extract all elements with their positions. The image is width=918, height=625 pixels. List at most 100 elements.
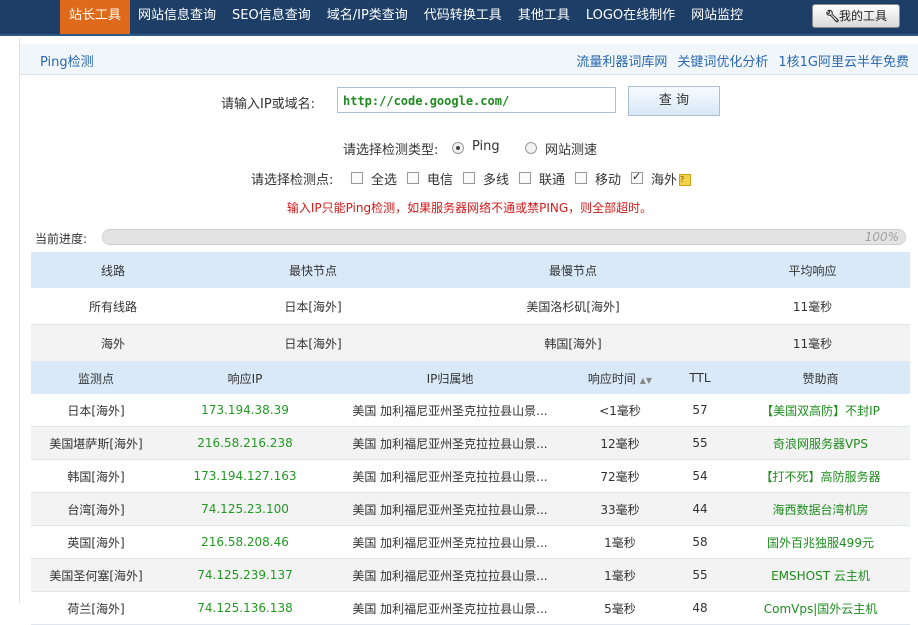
sponsor-link[interactable]: ComVps|国外云主机: [731, 591, 910, 625]
detail-node-cell: 美国圣何塞[海外]: [31, 558, 161, 592]
nav-item-other-tools[interactable]: 其他工具: [510, 0, 578, 34]
sponsor-link[interactable]: 【美国双高防】不封IP: [731, 394, 910, 427]
detail-ip-cell: 216.58.216.238: [161, 426, 329, 460]
detail-location-cell: 美国 加利福尼亚州圣克拉拉县山景...: [329, 591, 571, 625]
ip-domain-label: 请输入IP或域名:: [221, 97, 316, 112]
table-row: 英国[海外] 216.58.208.46 美国 加利福尼亚州圣克拉拉县山景... 1毫…: [31, 525, 910, 559]
summary-cell: 韩国[海外]: [431, 324, 715, 362]
checkbox-unicom[interactable]: [519, 172, 531, 184]
tool-header: Ping检测 流量利器词库网 关键词优化分析 1核1G阿里云半年免费: [20, 44, 918, 75]
detail-header: 响应IP: [161, 362, 329, 394]
detail-table: 监测点 响应IP IP归属地 响应时间 ▲▼ TTL 赞助商 日本[海外] 173…: [31, 362, 910, 625]
nav-item-domain-ip[interactable]: 域名/IP类查询: [319, 0, 416, 34]
checkbox-unicom-label: 联通: [539, 173, 566, 188]
detail-ip-cell: 216.58.208.46: [161, 525, 329, 559]
check-node-label: 请选择检测点:: [251, 173, 334, 188]
checkbox-telecom[interactable]: [407, 172, 419, 184]
detail-location-cell: 美国 加利福尼亚州圣克拉拉县山景...: [329, 426, 571, 460]
detail-header-label: 响应时间: [587, 371, 636, 386]
top-nav-bar: 站长工具 网站信息查询 SEO信息查询 域名/IP类查询 代码转换工具 其他工具…: [0, 0, 918, 36]
detail-time-cell: <1毫秒: [571, 394, 669, 427]
sponsor-link[interactable]: 海西数据台湾机房: [731, 492, 910, 526]
detail-body: 日本[海外] 173.194.38.39 美国 加利福尼亚州圣克拉拉县山景... <1…: [31, 394, 910, 625]
detail-time-cell: 5毫秒: [571, 591, 669, 625]
checkbox-mobile[interactable]: [575, 172, 587, 184]
detail-header: TTL: [669, 362, 731, 394]
detail-location-cell: 美国 加利福尼亚州圣克拉拉县山景...: [329, 459, 571, 493]
detail-ip-cell: 74.125.23.100: [161, 492, 329, 526]
sponsor-link[interactable]: EMSHOST 云主机: [731, 558, 910, 592]
detail-ttl-cell: 58: [669, 525, 731, 559]
detail-location-cell: 美国 加利福尼亚州圣克拉拉县山景...: [329, 558, 571, 592]
main-panel: Ping检测 流量利器词库网 关键词优化分析 1核1G阿里云半年免费 请输入IP…: [19, 38, 918, 625]
summary-table: 线路 最快节点 最慢节点 平均响应 所有线路 日本[海外] 美国洛杉矶[海外] …: [31, 252, 910, 362]
table-row: 美国圣何塞[海外] 74.125.239.137 美国 加利福尼亚州圣克拉拉县山景.…: [31, 558, 910, 592]
detail-ttl-cell: 55: [669, 558, 731, 592]
summary-cell: 日本[海外]: [195, 288, 431, 325]
checkbox-overseas[interactable]: [631, 170, 643, 184]
nav-item-logo-maker[interactable]: LOGO在线制作: [578, 0, 683, 34]
detail-ip-cell: 173.194.38.39: [161, 394, 329, 427]
radio-ping[interactable]: [452, 142, 464, 154]
detail-location-cell: 美国 加利福尼亚州圣克拉拉县山景...: [329, 525, 571, 559]
my-tools-button[interactable]: 🔧︎我的工具: [812, 4, 900, 28]
summary-header-row: 线路 最快节点 最慢节点 平均响应: [31, 252, 910, 288]
table-row: 台湾[海外] 74.125.23.100 美国 加利福尼亚州圣克拉拉县山景... 33…: [31, 492, 910, 526]
detail-ttl-cell: 48: [669, 591, 731, 625]
detail-ip-cell: 173.194.127.163: [161, 459, 329, 493]
sponsor-link[interactable]: 【打不死】高防服务器: [731, 459, 910, 493]
detail-ip-cell: 74.125.136.138: [161, 591, 329, 625]
query-button[interactable]: 查 询: [628, 86, 720, 116]
detail-node-cell: 荷兰[海外]: [31, 591, 161, 625]
detail-node-cell: 英国[海外]: [31, 525, 161, 559]
detail-time-cell: 72毫秒: [571, 459, 669, 493]
nav-item-site-info[interactable]: 网站信息查询: [130, 0, 224, 34]
detail-header-row: 监测点 响应IP IP归属地 响应时间 ▲▼ TTL 赞助商: [31, 362, 910, 394]
nav-item-code-convert[interactable]: 代码转换工具: [416, 0, 510, 34]
sponsor-link[interactable]: 奇浪网服务器VPS: [731, 426, 910, 460]
table-row: 所有线路 日本[海外] 美国洛杉矶[海外] 11毫秒: [31, 288, 910, 325]
checkbox-overseas-label: 海外: [651, 173, 678, 188]
summary-cell: 日本[海外]: [195, 324, 431, 362]
summary-cell: 11毫秒: [715, 324, 910, 362]
radio-speedtest[interactable]: [525, 142, 537, 154]
radio-ping-label: Ping: [472, 139, 500, 154]
checkbox-select-all-label: 全选: [371, 173, 398, 188]
progress-fill: [103, 230, 905, 244]
table-row: 海外 日本[海外] 韩国[海外] 11毫秒: [31, 324, 910, 362]
main-nav: 站长工具 网站信息查询 SEO信息查询 域名/IP类查询 代码转换工具 其他工具…: [60, 0, 751, 34]
sponsor-link[interactable]: 国外百兆独服499元: [731, 525, 910, 559]
nav-item-site-monitor[interactable]: 网站监控: [683, 0, 751, 34]
radio-speedtest-label: 网站测速: [545, 143, 598, 158]
promo-link-aliyun[interactable]: 1核1G阿里云半年免费: [778, 51, 909, 70]
summary-cell: 所有线路: [31, 288, 195, 325]
sort-icon[interactable]: ▲▼: [640, 376, 652, 385]
help-icon[interactable]: ?: [679, 174, 691, 186]
summary-cell: 11毫秒: [715, 288, 910, 325]
progress-percent: 100%: [864, 230, 899, 244]
detail-header-time[interactable]: 响应时间 ▲▼: [571, 362, 669, 394]
detail-location-cell: 美国 加利福尼亚州圣克拉拉县山景...: [329, 394, 571, 427]
detail-ttl-cell: 57: [669, 394, 731, 427]
detail-time-cell: 12毫秒: [571, 426, 669, 460]
nav-item-seo-info[interactable]: SEO信息查询: [224, 0, 319, 34]
promo-link-keyword[interactable]: 关键词优化分析: [677, 51, 768, 70]
detail-time-cell: 33毫秒: [571, 492, 669, 526]
page-title: Ping检测: [40, 55, 94, 70]
nav-item-webmaster-tools[interactable]: 站长工具: [60, 0, 131, 34]
summary-cell: 海外: [31, 324, 195, 362]
table-row: 美国堪萨斯[海外] 216.58.216.238 美国 加利福尼亚州圣克拉拉县山景.…: [31, 426, 910, 460]
checkbox-select-all[interactable]: [351, 172, 363, 184]
promo-link-traffic[interactable]: 流量利器词库网: [576, 51, 667, 70]
detail-ttl-cell: 54: [669, 459, 731, 493]
checkbox-multiline[interactable]: [463, 172, 475, 184]
warning-text: 输入IP只能Ping检测，如果服务器网络不通或禁PING，则全部超时。: [286, 201, 653, 215]
detail-header: 赞助商: [731, 362, 910, 394]
detail-time-cell: 1毫秒: [571, 525, 669, 559]
summary-header: 最慢节点: [431, 252, 715, 288]
checkbox-mobile-label: 移动: [595, 173, 622, 188]
my-tools-label: 我的工具: [838, 9, 887, 23]
detail-time-cell: 1毫秒: [571, 558, 669, 592]
detail-node-cell: 美国堪萨斯[海外]: [31, 426, 161, 460]
ip-domain-input[interactable]: http://code.google.com/: [337, 87, 616, 113]
